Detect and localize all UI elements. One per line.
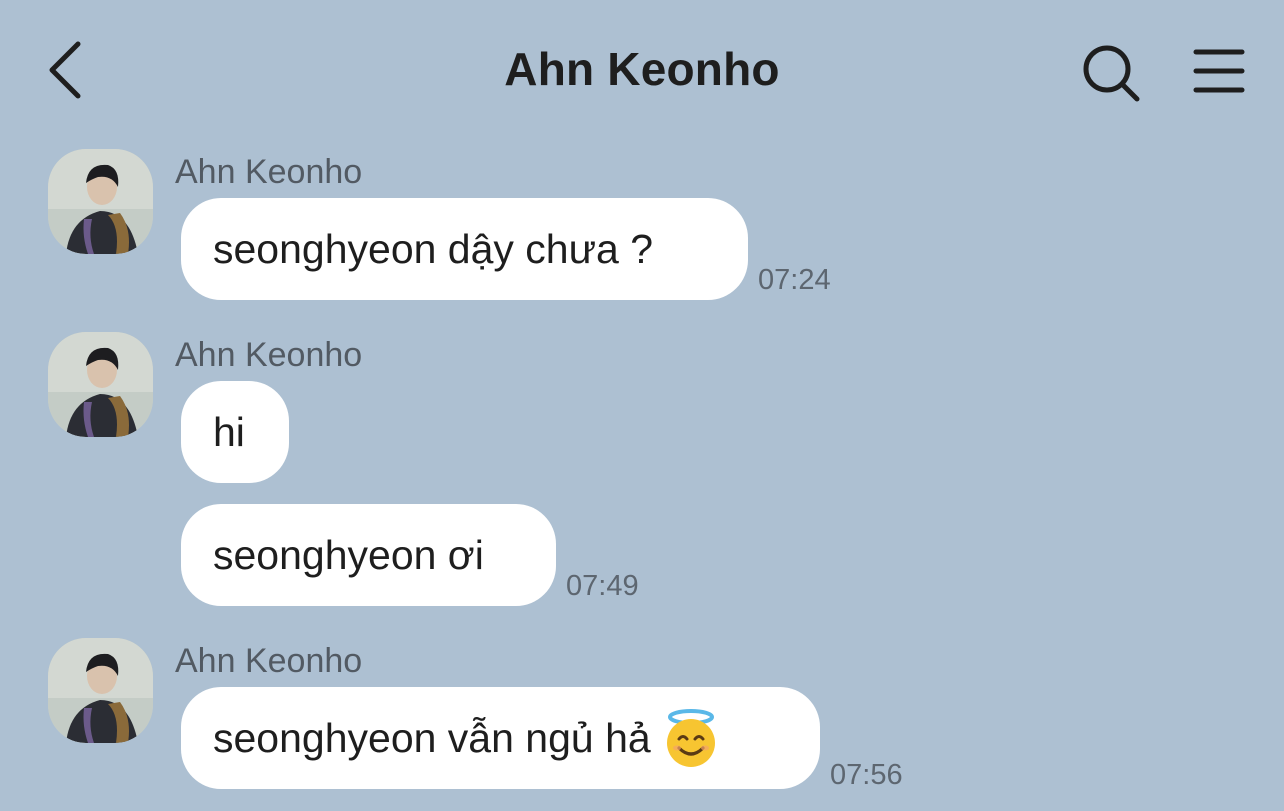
back-button[interactable] bbox=[40, 38, 92, 102]
message-text: hi bbox=[213, 408, 245, 455]
message-text: seonghyeon vẫn ngủ hả bbox=[213, 714, 651, 761]
chevron-left-icon bbox=[49, 41, 81, 99]
message-time: 07:49 bbox=[566, 570, 639, 602]
message-bubble[interactable]: seonghyeon dậy chưa ? bbox=[181, 198, 748, 300]
sender-name: Ahn Keonho bbox=[175, 336, 363, 374]
message-bubble[interactable]: seonghyeon ơi bbox=[181, 504, 556, 606]
avatar[interactable] bbox=[48, 638, 153, 743]
avatar-photo bbox=[48, 149, 153, 254]
smiling-face-with-halo-emoji bbox=[666, 709, 715, 767]
message-bubble[interactable]: hi bbox=[181, 381, 289, 483]
menu-button[interactable] bbox=[1188, 44, 1250, 100]
message-text: seonghyeon dậy chưa ? bbox=[213, 225, 654, 272]
message-time: 07:24 bbox=[758, 264, 831, 296]
message-bubble[interactable]: seonghyeon vẫn ngủ hả bbox=[181, 687, 820, 789]
hamburger-menu-icon bbox=[1193, 49, 1245, 93]
avatar-photo bbox=[48, 332, 153, 437]
sender-name: Ahn Keonho bbox=[175, 153, 363, 191]
message-text: seonghyeon ơi bbox=[213, 531, 484, 578]
avatar[interactable] bbox=[48, 149, 153, 254]
sender-name: Ahn Keonho bbox=[175, 642, 363, 680]
search-icon bbox=[1083, 45, 1140, 102]
message-time: 07:56 bbox=[830, 759, 903, 791]
chat-header: Ahn Keonho bbox=[0, 0, 1284, 140]
avatar[interactable] bbox=[48, 332, 153, 437]
avatar-photo bbox=[48, 638, 153, 743]
search-button[interactable] bbox=[1080, 42, 1142, 104]
